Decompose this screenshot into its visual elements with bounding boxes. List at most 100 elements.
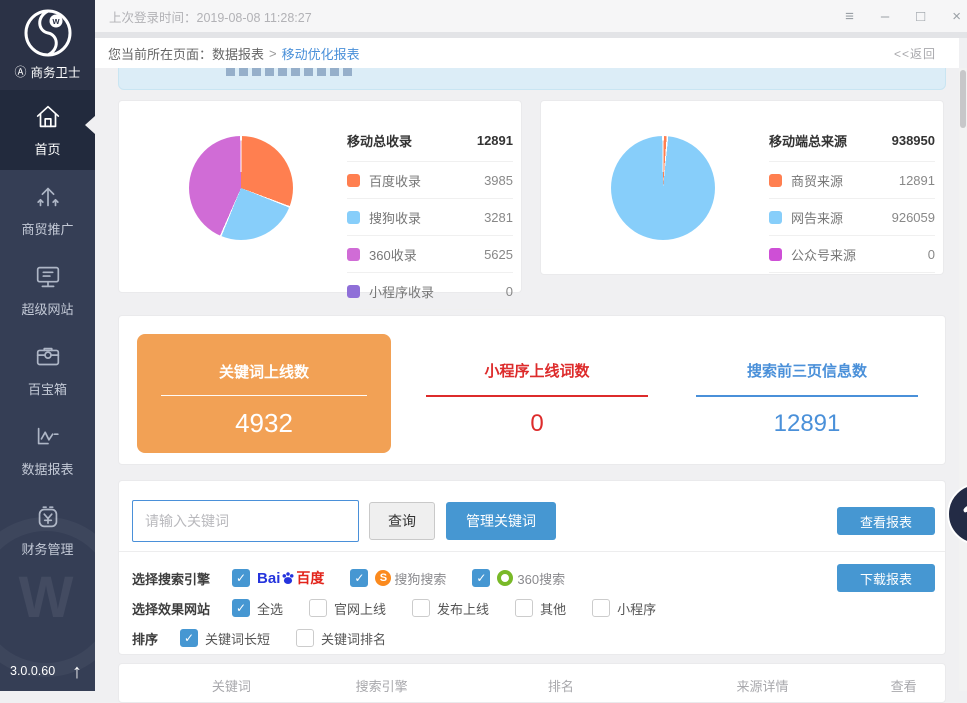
mobile-source-legend: 移动端总来源 938950 商贸来源 12891 网告来源 926059 公众号… xyxy=(769,125,935,273)
stat-divider xyxy=(696,395,918,397)
sidebar-item-label: 超级网站 xyxy=(21,299,73,318)
svg-text:w: w xyxy=(51,16,60,26)
last-login-text: 上次登录时间：2019-08-08 11:28:27 xyxy=(109,7,312,26)
download-report-button[interactable]: 下载报表 xyxy=(837,564,935,592)
legend-swatch xyxy=(347,211,360,224)
sidebar-item-home[interactable]: 首页 xyxy=(0,90,95,170)
site-option-select-all[interactable]: 全选 xyxy=(232,599,283,618)
stat-divider xyxy=(426,395,648,397)
checkbox-keyword-rank[interactable] xyxy=(296,629,314,647)
report-icon xyxy=(33,422,63,452)
menu-icon[interactable]: ≡ xyxy=(845,8,854,25)
column-header-source-detail: 来源详情 xyxy=(736,676,788,695)
checkbox-publish-online[interactable] xyxy=(412,599,430,617)
stats-card: 关键词上线数 4932 小程序上线词数 0 搜索前三页信息数 12891 xyxy=(118,315,946,465)
checkbox-select-all[interactable] xyxy=(232,599,250,617)
contact-float-button[interactable]: ☎ xyxy=(947,483,967,545)
filter-divider xyxy=(119,551,945,552)
stat-label: 搜索前三页信息数 xyxy=(677,360,937,381)
sidebar-item-promotion[interactable]: 商贸推广 xyxy=(0,170,95,250)
sort-row-label: 排序 xyxy=(132,629,158,648)
close-icon[interactable]: × xyxy=(952,8,961,25)
search-engine-row-label: 选择搜索引擎 xyxy=(132,569,210,588)
sogou-logo-icon: S xyxy=(375,570,391,586)
legend-value: 926059 xyxy=(892,210,935,225)
manage-keywords-button[interactable]: 管理关键词 xyxy=(446,502,556,540)
stat-top3-info[interactable]: 搜索前三页信息数 12891 xyxy=(677,360,937,438)
website-icon xyxy=(33,262,63,292)
checkbox-official-online[interactable] xyxy=(309,599,327,617)
breadcrumb: 您当前所在页面：数据报表 > 移动优化报表 <<返回 xyxy=(95,38,959,68)
breadcrumb-separator: > xyxy=(269,46,277,61)
breadcrumb-prefix: 您当前所在页面： xyxy=(108,44,212,63)
legend-value: 12891 xyxy=(899,173,935,188)
sidebar-item-super-website[interactable]: 超级网站 xyxy=(0,250,95,330)
view-report-button[interactable]: 查看报表 xyxy=(837,507,935,535)
brand-name: 商务卫士 xyxy=(31,62,81,81)
sidebar-item-data-report[interactable]: 数据报表 xyxy=(0,410,95,490)
legend-label: 商贸来源 xyxy=(791,171,843,190)
legend-swatch xyxy=(769,211,782,224)
legend-value: 0 xyxy=(506,284,513,299)
sort-option-length[interactable]: 关键词长短 xyxy=(180,629,270,648)
stat-value: 0 xyxy=(407,410,667,438)
phone-icon: ☎ xyxy=(962,499,967,530)
site-option-other[interactable]: 其他 xyxy=(515,599,566,618)
home-icon xyxy=(33,102,63,132)
stat-keyword-online[interactable]: 关键词上线数 4932 xyxy=(137,334,391,453)
site-option-publish[interactable]: 发布上线 xyxy=(412,599,489,618)
back-link[interactable]: <<返回 xyxy=(894,45,936,62)
legend-title: 移动端总来源 xyxy=(769,131,847,150)
version-label: 3.0.0.60 xyxy=(10,664,55,678)
site-option-miniprogram[interactable]: 小程序 xyxy=(592,599,656,618)
stat-miniprogram-words[interactable]: 小程序上线词数 0 xyxy=(407,360,667,438)
column-header-engine: 搜索引擎 xyxy=(356,676,408,695)
sidebar-item-label: 商贸推广 xyxy=(21,219,73,238)
minimize-icon[interactable]: – xyxy=(881,8,889,25)
stat-value: 4932 xyxy=(137,408,391,439)
window-controls: ≡ – □ × xyxy=(845,8,961,25)
baidu-logo: Bai 百度 xyxy=(257,568,324,588)
sidebar-item-label: 百宝箱 xyxy=(28,379,67,398)
app-logo-icon: w xyxy=(22,7,74,59)
maximize-icon[interactable]: □ xyxy=(916,8,925,25)
legend-swatch xyxy=(769,248,782,261)
mobile-source-card: 移动端总来源 938950 商贸来源 12891 网告来源 926059 公众号… xyxy=(540,100,944,275)
stat-label: 关键词上线数 xyxy=(137,361,391,382)
mobile-index-legend: 移动总收录 12891 百度收录 3985 搜狗收录 3281 360收录 56… xyxy=(347,125,513,310)
sidebar: w Ⓐ 商务卫士 首页 商贸推广 超级网站 百宝箱 xyxy=(0,0,95,691)
legend-label: 百度收录 xyxy=(369,171,421,190)
column-header-rank: 排名 xyxy=(548,676,574,695)
360-logo-icon xyxy=(497,570,513,586)
checkbox-miniprogram[interactable] xyxy=(592,599,610,617)
checkbox-360[interactable] xyxy=(472,569,490,587)
mobile-index-card: 移动总收录 12891 百度收录 3985 搜狗收录 3281 360收录 56… xyxy=(118,100,522,293)
sidebar-item-toolbox[interactable]: 百宝箱 xyxy=(0,330,95,410)
mobile-index-pie-chart xyxy=(189,136,293,240)
column-header-view: 查看 xyxy=(891,676,917,695)
legend-label: 公众号来源 xyxy=(791,245,856,264)
engine-option-sogou: S 搜狗搜索 xyxy=(350,569,446,588)
legend-label: 360收录 xyxy=(369,245,417,264)
checkbox-sogou[interactable] xyxy=(350,569,368,587)
checkbox-other[interactable] xyxy=(515,599,533,617)
keyword-search-input[interactable] xyxy=(132,500,359,542)
legend-row: 公众号来源 0 xyxy=(769,235,935,272)
site-option-official[interactable]: 官网上线 xyxy=(309,599,386,618)
vertical-scrollbar xyxy=(959,68,967,691)
checkbox-keyword-length[interactable] xyxy=(180,629,198,647)
sort-option-rank[interactable]: 关键词排名 xyxy=(296,629,386,648)
checkbox-baidu[interactable] xyxy=(232,569,250,587)
legend-value: 0 xyxy=(928,247,935,262)
stat-divider xyxy=(161,395,367,396)
scrollbar-thumb[interactable] xyxy=(960,70,966,128)
toolbox-icon xyxy=(33,342,63,372)
query-button[interactable]: 查询 xyxy=(369,502,435,540)
upgrade-arrow-icon[interactable]: ↑ xyxy=(72,661,82,684)
brand-badge-icon: Ⓐ xyxy=(14,63,26,80)
breadcrumb-current[interactable]: 移动优化报表 xyxy=(282,44,360,63)
legend-label: 搜狗收录 xyxy=(369,208,421,227)
sidebar-item-label: 首页 xyxy=(34,139,60,158)
legend-label: 网告来源 xyxy=(791,208,843,227)
legend-value: 3281 xyxy=(484,210,513,225)
